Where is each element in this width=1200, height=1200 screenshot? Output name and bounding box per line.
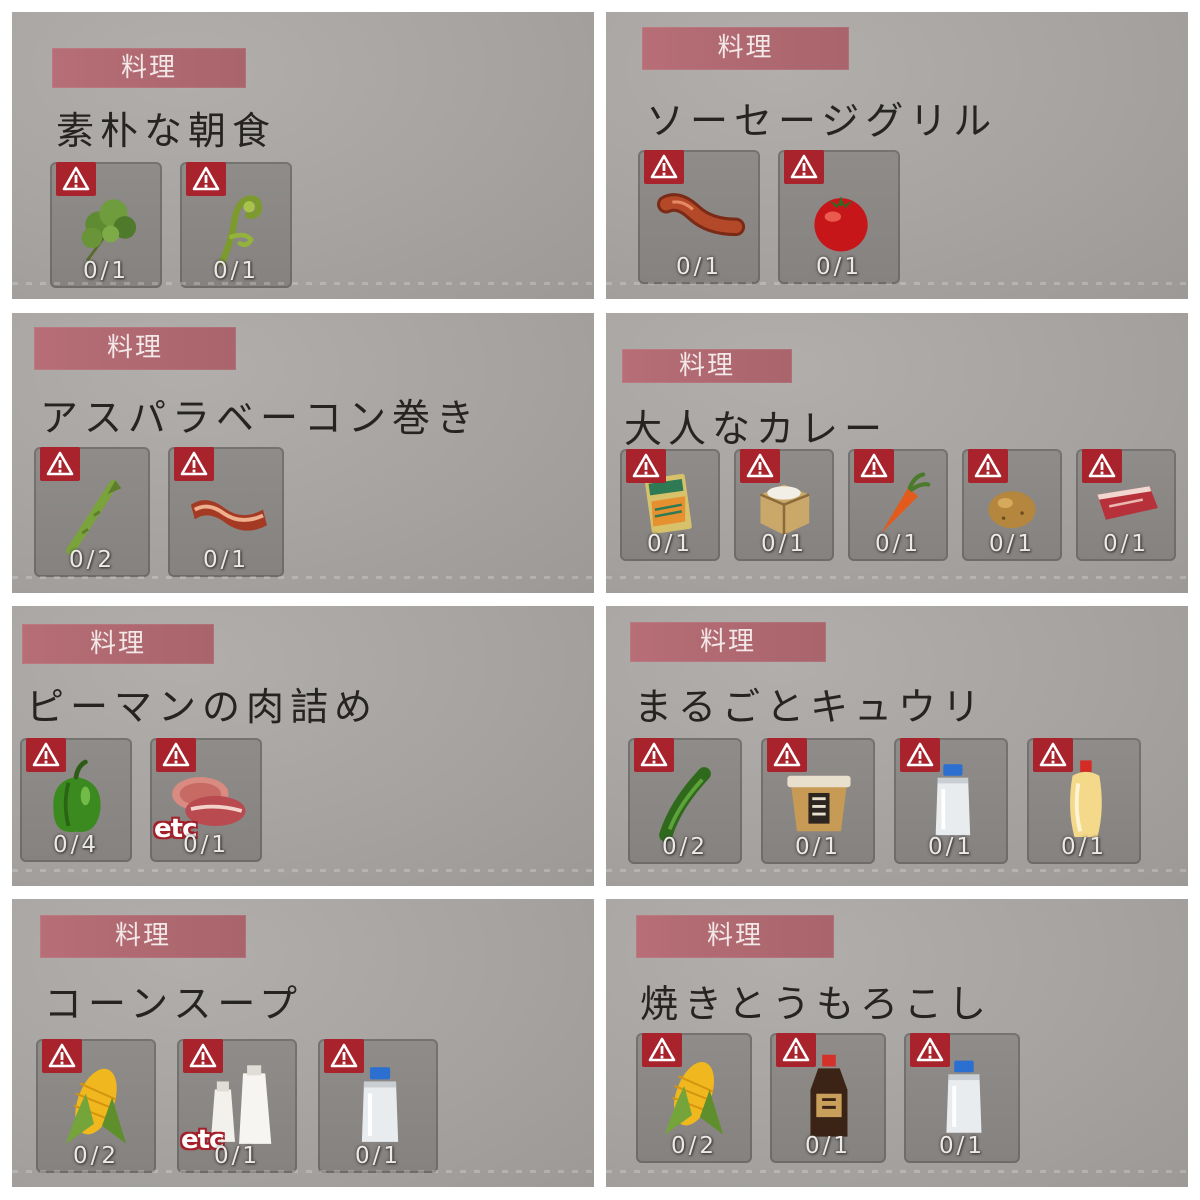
ingredient-count: 0/1 xyxy=(212,258,259,284)
warning-icon xyxy=(26,738,66,772)
category-tag: 料理 xyxy=(34,327,236,370)
recipe-card[interactable]: 料理素朴な朝食 0/1 0/1 xyxy=(12,12,594,299)
ingredient-slot[interactable]: 0/2 xyxy=(628,738,742,864)
ingredient-count: 0/1 xyxy=(1060,834,1107,860)
ingredient-count: 0/2 xyxy=(68,547,115,573)
ingredient-count: 0/1 xyxy=(675,254,722,280)
ingredient-slot[interactable]: 0/1 xyxy=(168,447,284,577)
ingredient-count: 0/1 xyxy=(815,254,862,280)
ingredient-count: 0/1 xyxy=(804,1133,851,1159)
ingredient-slot[interactable]: 0/1 xyxy=(1027,738,1141,864)
recipe-title: アスパラベーコン巻き xyxy=(40,396,481,440)
ingredient-slot[interactable]: 0/1 xyxy=(734,449,834,561)
ingredient-count: 0/1 xyxy=(354,1143,401,1169)
ingredient-slot[interactable]: 0/1 xyxy=(894,738,1008,864)
warning-icon xyxy=(634,738,674,772)
ingredient-slot[interactable]: etc 0/1 xyxy=(150,738,262,862)
recipe-card[interactable]: 料理コーンスープ 0/2 etc 0/1 0/1 xyxy=(12,899,594,1187)
ingredient-count: 0/1 xyxy=(927,834,974,860)
ingredient-slot[interactable]: 0/1 xyxy=(904,1033,1020,1163)
ingredient-slot[interactable]: 0/2 xyxy=(34,447,150,577)
ingredient-count: 0/1 xyxy=(874,531,921,557)
category-tag: 料理 xyxy=(40,915,246,958)
warning-icon xyxy=(626,449,666,483)
warning-icon xyxy=(767,738,807,772)
ingredient-count: 0/1 xyxy=(988,531,1035,557)
recipe-card[interactable]: 料理大人なカレー 0/1 0/1 0/1 0/1 0/1 xyxy=(606,313,1188,593)
ingredient-slot[interactable]: 0/1 xyxy=(50,162,162,288)
ingredient-count: 0/1 xyxy=(1102,531,1149,557)
ingredient-slot[interactable]: 0/4 xyxy=(20,738,132,862)
recipe-card[interactable]: 料理まるごとキュウリ 0/2 0/1 0/1 0/1 xyxy=(606,606,1188,886)
recipe-grid: 料理 素朴な朝食 0/1 0/1 料理 ソーセージグリル 0/1 0/1 料理 アスパラベ… xyxy=(0,0,1200,1200)
ingredient-slot[interactable]: 0/1 xyxy=(848,449,948,561)
ingredient-count: 0/1 xyxy=(938,1133,985,1159)
category-tag: 料理 xyxy=(22,624,214,664)
ingredient-slot[interactable]: 0/1 xyxy=(770,1033,886,1163)
recipe-title: 焼きとうもろこし xyxy=(640,982,993,1026)
warning-icon xyxy=(42,1039,82,1073)
recipe-card[interactable]: 料理ピーマンの肉詰め 0/4 etc 0/1 xyxy=(12,606,594,886)
warning-icon xyxy=(910,1033,950,1067)
warning-icon xyxy=(1082,449,1122,483)
category-tag: 料理 xyxy=(52,48,246,88)
recipe-title: まるごとキュウリ xyxy=(634,685,987,729)
ingredient-count: 0/2 xyxy=(72,1143,119,1169)
recipe-title: ピーマンの肉詰め xyxy=(26,685,379,729)
ingredient-slot[interactable]: 0/2 xyxy=(636,1033,752,1163)
ingredient-count: 0/4 xyxy=(52,832,99,858)
ingredient-count: 0/1 xyxy=(213,1143,260,1169)
ingredient-count: 0/1 xyxy=(794,834,841,860)
warning-icon xyxy=(324,1039,364,1073)
ingredient-count: 0/1 xyxy=(760,531,807,557)
recipe-card[interactable]: 料理焼きとうもろこし 0/2 0/1 0/1 xyxy=(606,899,1188,1187)
category-tag: 料理 xyxy=(642,27,849,70)
warning-icon xyxy=(156,738,196,772)
ingredient-slot[interactable]: 0/1 xyxy=(778,150,900,284)
ingredient-slot[interactable]: 0/1 xyxy=(761,738,875,864)
ingredient-count: 0/1 xyxy=(202,547,249,573)
warning-icon xyxy=(174,447,214,481)
ingredient-slot[interactable]: 0/1 xyxy=(638,150,760,284)
recipe-title: 素朴な朝食 xyxy=(56,109,277,153)
warning-icon xyxy=(642,1033,682,1067)
recipe-card[interactable]: 料理ソーセージグリル 0/1 0/1 xyxy=(606,12,1188,299)
ingredient-slot[interactable]: 0/1 xyxy=(1076,449,1176,561)
ingredient-count: 0/2 xyxy=(661,834,708,860)
warning-icon xyxy=(900,738,940,772)
warning-icon xyxy=(40,447,80,481)
warning-icon xyxy=(1033,738,1073,772)
ingredient-count: 0/1 xyxy=(182,832,229,858)
warning-icon xyxy=(183,1039,223,1073)
ingredient-slot[interactable]: 0/1 xyxy=(180,162,292,288)
ingredient-slot[interactable]: 0/2 xyxy=(36,1039,156,1173)
category-tag: 料理 xyxy=(636,915,834,958)
category-tag: 料理 xyxy=(630,622,826,662)
ingredient-slot[interactable]: etc 0/1 xyxy=(177,1039,297,1173)
warning-icon xyxy=(854,449,894,483)
warning-icon xyxy=(644,150,684,184)
warning-icon xyxy=(776,1033,816,1067)
ingredient-count: 0/1 xyxy=(646,531,693,557)
category-tag: 料理 xyxy=(622,349,792,383)
recipe-title: 大人なカレー xyxy=(624,407,889,451)
ingredient-slot[interactable]: 0/1 xyxy=(620,449,720,561)
warning-icon xyxy=(186,162,226,196)
ingredient-count: 0/1 xyxy=(82,258,129,284)
recipe-card[interactable]: 料理アスパラベーコン巻き 0/2 0/1 xyxy=(12,313,594,593)
recipe-title: ソーセージグリル xyxy=(646,99,998,143)
ingredient-slot[interactable]: 0/1 xyxy=(962,449,1062,561)
warning-icon xyxy=(56,162,96,196)
warning-icon xyxy=(784,150,824,184)
warning-icon xyxy=(968,449,1008,483)
ingredient-count: 0/2 xyxy=(670,1133,717,1159)
warning-icon xyxy=(740,449,780,483)
ingredient-slot[interactable]: 0/1 xyxy=(318,1039,438,1173)
recipe-title: コーンスープ xyxy=(44,982,304,1026)
